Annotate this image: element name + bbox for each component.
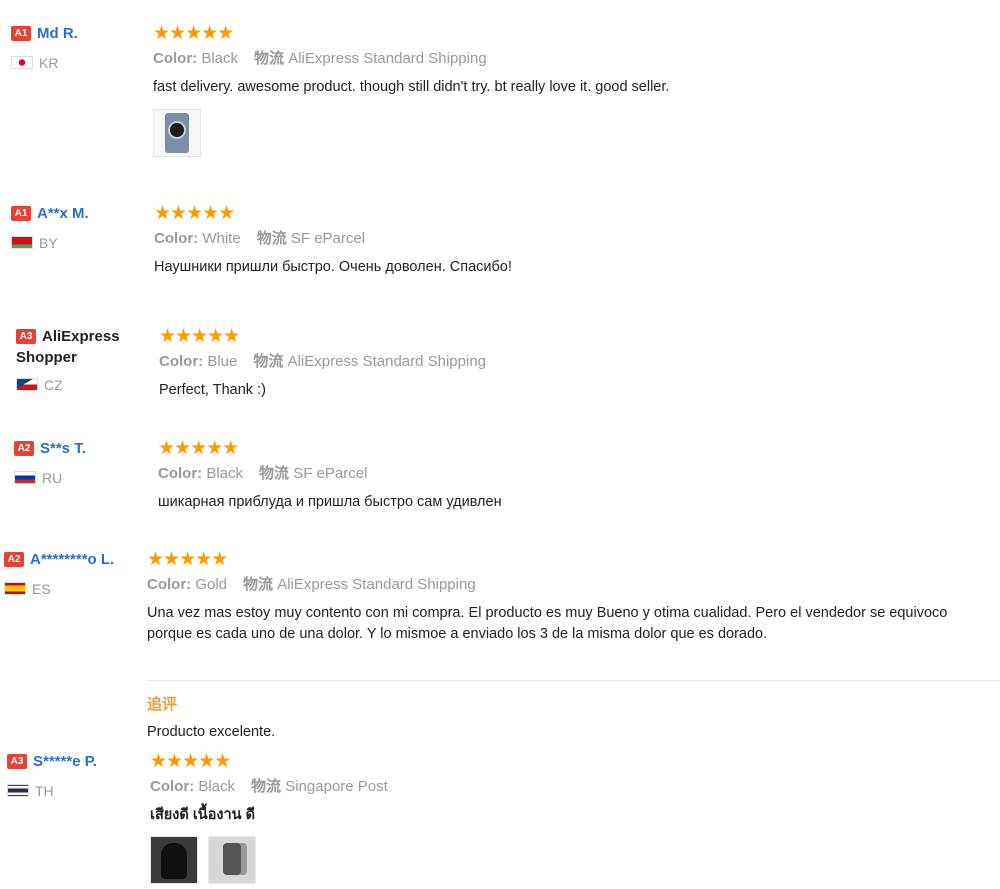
review-text: fast delivery. awesome product. though s… xyxy=(153,79,670,95)
reviewer-info: A1 Md R. KR xyxy=(11,24,78,72)
reviewer-name[interactable]: Md R. xyxy=(37,25,78,42)
reviewer-info: A2 S**s T. RU xyxy=(14,439,86,487)
country-flag-icon xyxy=(14,471,36,484)
review-photo-thumbnail[interactable] xyxy=(208,836,257,884)
followup-text: Producto excelente. xyxy=(147,724,276,740)
review-meta: Color: Black 物流 Singapore Post xyxy=(150,778,388,796)
review-content: ★★★★★ Color: Black 物流 AliExpress Standard… xyxy=(153,24,669,162)
shipping-value: SF eParcel xyxy=(290,230,366,247)
color-label: Color: xyxy=(150,778,195,795)
color-value: Black xyxy=(201,50,239,67)
review-meta: Color: Blue 物流 AliExpress Standard Shippi… xyxy=(159,353,486,371)
member-level-badge: A2 xyxy=(4,552,24,567)
color-value: Gold xyxy=(195,576,228,593)
reviewer-name-cont[interactable]: Shopper xyxy=(16,349,77,366)
shipping-value: AliExpress Standard Shipping xyxy=(288,50,487,67)
reviewer-country: BY xyxy=(11,234,89,252)
country-code: TH xyxy=(35,783,54,799)
member-level-badge: A2 xyxy=(14,441,34,456)
color-label: Color: xyxy=(153,50,198,67)
member-level-badge: A1 xyxy=(11,206,31,221)
shipping-label: 物流 xyxy=(254,50,285,67)
country-code: BY xyxy=(39,235,58,251)
reviewer-country: ES xyxy=(4,580,114,598)
review-text: เสียงดี เนื้องาน ดี xyxy=(150,807,255,823)
shipping-value: AliExpress Standard Shipping xyxy=(287,353,487,370)
star-rating: ★★★★★ xyxy=(158,438,239,459)
reviewer-country: RU xyxy=(14,469,86,487)
shipping-label: 物流 xyxy=(253,353,284,370)
color-value: White xyxy=(202,230,241,247)
followup-divider xyxy=(147,680,1000,681)
country-code: CZ xyxy=(44,377,63,393)
followup-label: 追评 xyxy=(147,696,178,713)
country-flag-icon xyxy=(7,784,29,797)
color-label: Color: xyxy=(154,230,199,247)
color-value: Black xyxy=(206,465,244,482)
review-text: Una vez mas estoy muy contento con mi co… xyxy=(147,603,1000,645)
reviewer-name[interactable]: S**s T. xyxy=(40,440,86,457)
shipping-label: 物流 xyxy=(243,576,274,593)
country-code: KR xyxy=(39,55,59,71)
review-content: ★★★★★ Color: Black 物流 Singapore Post เสีย… xyxy=(150,752,388,889)
shipping-value: AliExpress Standard Shipping xyxy=(277,576,476,593)
review-meta: Color: White 物流 SF eParcel xyxy=(154,230,512,248)
member-level-badge: A3 xyxy=(7,754,27,769)
reviewer-name[interactable]: A********o L. xyxy=(30,551,114,568)
review-text: Наушники пришли быстро. Очень доволен. С… xyxy=(154,259,512,275)
review-photos xyxy=(150,836,388,889)
review-text: шикарная приблуда и пришла быстро сам уд… xyxy=(158,494,502,510)
review-meta: Color: Gold 物流 AliExpress Standard Shippi… xyxy=(147,576,1000,594)
reviewer-info: A3 AliExpress Shopper CZ xyxy=(16,327,120,394)
reviewer-name[interactable]: AliExpress xyxy=(42,328,120,345)
review-content: ★★★★★ Color: Black 物流 SF eParcel шикарная… xyxy=(158,439,502,513)
star-rating: ★★★★★ xyxy=(153,23,234,44)
country-code: ES xyxy=(32,581,51,597)
reviewer-info: A2 A********o L. ES xyxy=(4,550,114,598)
country-flag-icon xyxy=(11,56,33,69)
review-text: Perfect, Thank :) xyxy=(159,382,266,398)
review-meta: Color: Black 物流 SF eParcel xyxy=(158,465,502,483)
review-text-line: porque es cada uno de una dolor. Y lo mi… xyxy=(147,626,768,642)
reviewer-info: A3 S*****e P. TH xyxy=(7,752,97,800)
reviewer-country: KR xyxy=(11,54,78,72)
country-flag-icon xyxy=(16,378,38,391)
star-rating: ★★★★★ xyxy=(150,751,231,772)
shipping-label: 物流 xyxy=(259,465,290,482)
shipping-value: Singapore Post xyxy=(285,778,388,795)
country-code: RU xyxy=(42,470,63,486)
review-text-line: Una vez mas estoy muy contento con mi co… xyxy=(147,605,948,621)
review-photo-thumbnail[interactable] xyxy=(153,109,201,157)
review-content: ★★★★★ Color: Gold 物流 AliExpress Standard … xyxy=(147,550,1000,645)
star-rating: ★★★★★ xyxy=(154,203,235,224)
shipping-label: 物流 xyxy=(251,778,282,795)
shipping-label: 物流 xyxy=(256,230,287,247)
review-photo-thumbnail[interactable] xyxy=(150,836,198,884)
color-label: Color: xyxy=(159,353,204,370)
member-level-badge: A3 xyxy=(16,329,36,344)
reviewer-country: CZ xyxy=(16,376,120,394)
color-value: Blue xyxy=(207,353,238,370)
shipping-value: SF eParcel xyxy=(293,465,368,482)
member-level-badge: A1 xyxy=(11,26,31,41)
color-value: Black xyxy=(198,778,236,795)
reviewer-name[interactable]: A**x M. xyxy=(37,205,89,222)
review-content: ★★★★★ Color: Blue 物流 AliExpress Standard … xyxy=(159,327,486,401)
country-flag-icon xyxy=(4,582,26,595)
star-rating: ★★★★★ xyxy=(147,549,228,570)
color-label: Color: xyxy=(158,465,203,482)
review-meta: Color: Black 物流 AliExpress Standard Shipp… xyxy=(153,50,669,68)
reviewer-info: A1 A**x M. BY xyxy=(11,204,89,252)
color-label: Color: xyxy=(147,576,192,593)
reviewer-name[interactable]: S*****e P. xyxy=(33,753,97,770)
reviewer-country: TH xyxy=(7,782,97,800)
review-photos xyxy=(153,109,669,162)
star-rating: ★★★★★ xyxy=(159,326,240,347)
country-flag-icon xyxy=(11,236,33,249)
review-content: ★★★★★ Color: White 物流 SF eParcel Наушники… xyxy=(154,204,512,278)
